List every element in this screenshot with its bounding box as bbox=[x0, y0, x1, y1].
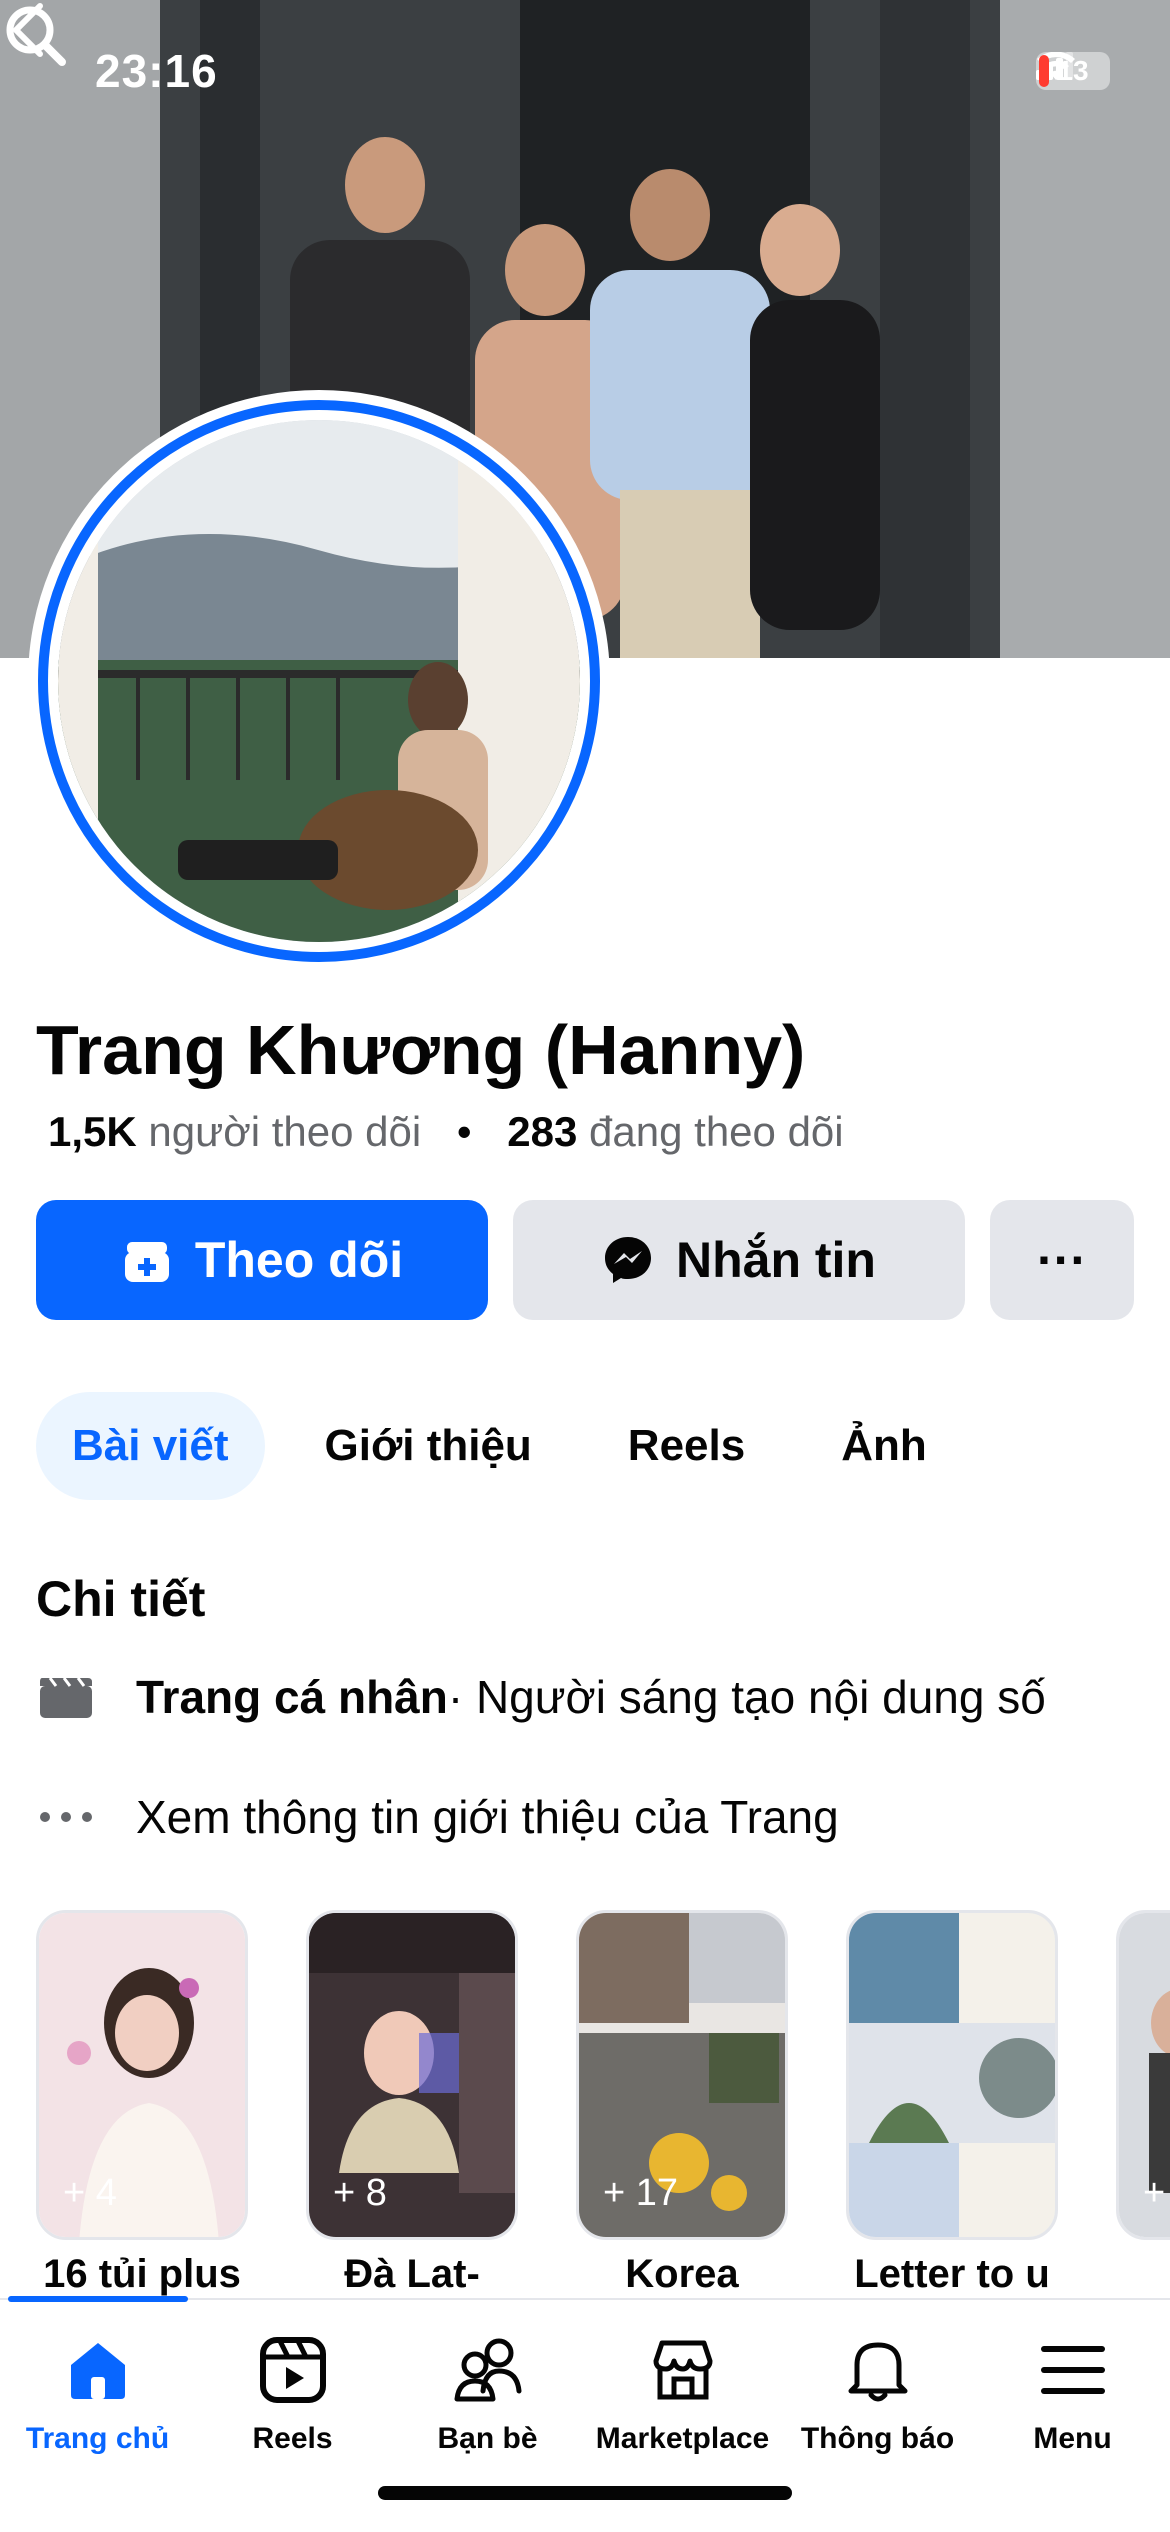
nav-menu-label: Menu bbox=[1033, 2422, 1112, 2455]
highlight-item[interactable]: + Tế bbox=[1116, 1910, 1170, 2297]
battery-icon: 13 bbox=[1036, 52, 1110, 90]
highlight-cover bbox=[846, 1910, 1058, 2240]
about-info-link[interactable]: Xem thông tin giới thiệu của Trang bbox=[136, 1790, 839, 1844]
ellipsis-icon bbox=[36, 1792, 96, 1842]
nav-menu[interactable]: Menu bbox=[975, 2300, 1170, 2532]
nav-notifications[interactable]: Thông báo bbox=[780, 2300, 975, 2532]
profile-name: Trang Khương (Hanny) bbox=[36, 1011, 806, 1089]
nav-home-label: Trang chủ bbox=[25, 2422, 170, 2455]
active-tab-indicator bbox=[8, 2296, 188, 2302]
tab-reels[interactable]: Reels bbox=[592, 1392, 781, 1500]
highlight-label: Korea bbox=[625, 2252, 739, 2296]
page-type: Trang cá nhân bbox=[136, 1671, 448, 1723]
bell-icon bbox=[838, 2330, 918, 2410]
more-dots-icon: ··· bbox=[1037, 1232, 1087, 1288]
about-info-row[interactable]: Xem thông tin giới thiệu của Trang bbox=[36, 1790, 839, 1844]
followers-count[interactable]: 1,5K bbox=[48, 1108, 137, 1155]
menu-icon bbox=[1033, 2330, 1113, 2410]
follow-stats: 1,5K người theo dõi • 283 đang theo dõi bbox=[48, 1108, 844, 1156]
tab-photos[interactable]: Ảnh bbox=[805, 1392, 963, 1500]
profile-tabs: Bài viết Giới thiệu Reels Ảnh bbox=[36, 1392, 987, 1500]
highlight-cover: + bbox=[1116, 1910, 1170, 2240]
following-count[interactable]: 283 bbox=[507, 1108, 577, 1155]
nav-reels-label: Reels bbox=[252, 2422, 333, 2455]
nav-home[interactable]: Trang chủ bbox=[0, 2300, 195, 2532]
highlight-count: + 8 bbox=[333, 2172, 387, 2214]
clapperboard-icon bbox=[36, 1672, 96, 1722]
highlight-count: + 4 bbox=[63, 2172, 117, 2214]
follow-plus-icon bbox=[124, 1242, 169, 1282]
stats-separator: • bbox=[456, 1108, 472, 1155]
following-label[interactable]: đang theo dõi bbox=[589, 1108, 844, 1155]
message-label: Nhắn tin bbox=[676, 1232, 876, 1288]
home-icon bbox=[58, 2330, 138, 2410]
status-time: 23:16 bbox=[95, 45, 218, 97]
marketplace-icon bbox=[643, 2330, 723, 2410]
highlight-label: Letter to u bbox=[854, 2252, 1050, 2296]
message-button[interactable]: Nhắn tin bbox=[513, 1200, 965, 1320]
page-category: · Người sáng tạo nội dung số bbox=[447, 1671, 1046, 1723]
followers-label[interactable]: người theo dõi bbox=[148, 1108, 421, 1155]
highlight-count: + bbox=[1143, 2172, 1166, 2214]
highlight-count: + 17 bbox=[603, 2172, 679, 2214]
messenger-icon bbox=[605, 1237, 651, 1283]
highlight-cover: + 4 bbox=[36, 1910, 248, 2240]
highlight-cover: + 17 bbox=[576, 1910, 788, 2240]
highlight-cover: + 8 bbox=[306, 1910, 518, 2240]
nav-notifications-label: Thông báo bbox=[800, 2422, 955, 2455]
battery-level: 13 bbox=[1057, 55, 1089, 86]
status-icons: 13 bbox=[1036, 52, 1110, 90]
follow-button[interactable]: Theo dõi bbox=[36, 1200, 488, 1320]
search-icon[interactable] bbox=[0, 0, 70, 70]
home-indicator[interactable] bbox=[378, 2486, 792, 2500]
highlight-item[interactable]: + 4 16 tủi plus bbox=[36, 1910, 248, 2297]
status-bar: 23:16 13 bbox=[0, 0, 1170, 150]
avatar-image bbox=[58, 420, 580, 942]
reels-icon bbox=[253, 2330, 333, 2410]
more-options-button[interactable]: ··· bbox=[990, 1200, 1134, 1320]
featured-highlights: + 4 16 tủi plus + 8 Đà Lat- + 17 Korea L… bbox=[36, 1910, 1170, 2300]
page-type-row: Trang cá nhân · Người sáng tạo nội dung … bbox=[36, 1670, 1046, 1724]
highlight-item[interactable]: + 8 Đà Lat- bbox=[306, 1910, 518, 2297]
highlight-label: Tế bbox=[1116, 2252, 1170, 2297]
nav-marketplace-label: Marketplace bbox=[595, 2422, 770, 2455]
tab-about[interactable]: Giới thiệu bbox=[289, 1392, 568, 1500]
friends-icon bbox=[448, 2330, 528, 2410]
follow-label: Theo dõi bbox=[194, 1232, 404, 1288]
tab-posts[interactable]: Bài viết bbox=[36, 1392, 265, 1500]
highlight-label: Đà Lat- bbox=[344, 2252, 480, 2296]
highlight-item[interactable]: + 17 Korea bbox=[576, 1910, 788, 2297]
nav-reels[interactable]: Reels bbox=[195, 2300, 390, 2532]
highlight-item[interactable]: Letter to u bbox=[846, 1910, 1058, 2297]
nav-friends-label: Bạn bè bbox=[437, 2422, 538, 2455]
details-title: Chi tiết bbox=[36, 1571, 206, 1627]
highlight-label: 16 tủi plus bbox=[43, 2252, 241, 2296]
profile-avatar[interactable] bbox=[28, 390, 610, 972]
